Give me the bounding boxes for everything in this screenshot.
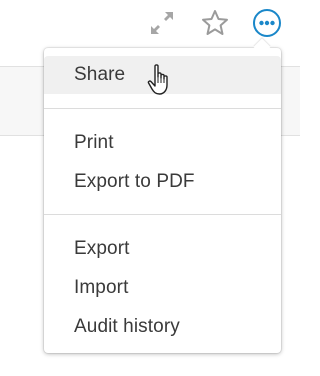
menu-item-print[interactable]: Print bbox=[44, 124, 281, 162]
star-icon[interactable] bbox=[200, 8, 230, 38]
menu-item-export[interactable]: Export bbox=[44, 230, 281, 268]
more-options-menu: Share Print Export to PDF Export Import … bbox=[44, 38, 281, 353]
menu-item-share[interactable]: Share bbox=[44, 56, 281, 94]
menu-item-import[interactable]: Import bbox=[44, 269, 281, 307]
menu-divider bbox=[44, 214, 281, 215]
app-stage: Share Print Export to PDF Export Import … bbox=[0, 0, 300, 376]
menu-item-export-pdf[interactable]: Export to PDF bbox=[44, 163, 281, 201]
menu-caret bbox=[253, 38, 271, 56]
menu-divider bbox=[44, 108, 281, 109]
menu-item-audit-history[interactable]: Audit history bbox=[44, 308, 281, 346]
more-options-icon[interactable] bbox=[252, 8, 282, 38]
expand-icon[interactable] bbox=[147, 8, 177, 38]
